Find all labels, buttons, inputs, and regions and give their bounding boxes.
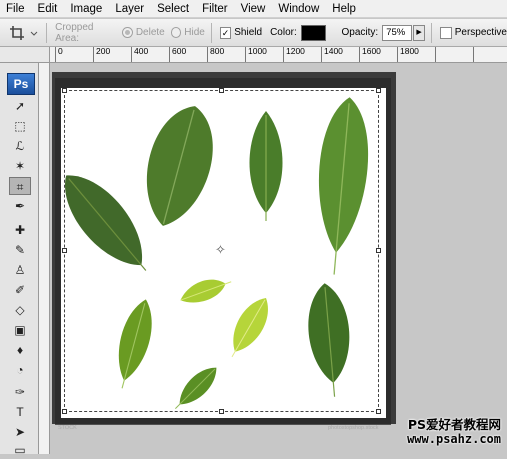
menu-filter[interactable]: Filter xyxy=(202,3,228,15)
menu-window[interactable]: Window xyxy=(278,3,319,15)
crop-shield-top xyxy=(55,78,391,88)
separator xyxy=(431,22,433,43)
crop-icon xyxy=(10,25,38,40)
blur-tool-icon[interactable]: ♦ xyxy=(9,341,31,359)
magic-wand-tool-icon[interactable]: ✶ xyxy=(9,157,31,175)
gradient-tool-icon[interactable]: ▣ xyxy=(9,321,31,339)
options-bar: Cropped Area: Delete Hide ✓ Shield Color… xyxy=(0,19,507,47)
pen-tool-icon[interactable]: ✑ xyxy=(9,383,31,401)
perspective-label: Perspective xyxy=(454,27,507,38)
opacity-field[interactable]: 75% xyxy=(382,24,412,41)
opacity-slider-button[interactable]: ▶ xyxy=(412,24,426,41)
ruler-label: 1800 xyxy=(397,47,419,62)
ruler-label xyxy=(435,47,438,62)
clone-stamp-tool-icon[interactable]: ♙ xyxy=(9,261,31,279)
opacity-label: Opacity: xyxy=(341,27,379,38)
ruler-corner xyxy=(0,47,50,63)
doc-corner-right-text: photostopshop.stock xyxy=(328,425,379,431)
watermark-title: PS爱好者教程网 xyxy=(407,417,501,432)
shield-checkbox[interactable]: ✓ xyxy=(219,26,232,39)
menu-file[interactable]: File xyxy=(6,3,25,15)
perspective-checkbox[interactable] xyxy=(440,26,452,39)
move-tool-icon[interactable]: ➚ xyxy=(9,97,31,115)
crop-tool-icon[interactable]: ⌗ xyxy=(9,177,31,195)
shape-tool-icon[interactable]: ▭ xyxy=(9,441,31,459)
shield-label: Shield xyxy=(234,27,263,38)
crop-handle-bottom-left[interactable] xyxy=(62,409,67,414)
lasso-tool-icon[interactable]: ℒ xyxy=(9,137,31,155)
separator xyxy=(46,22,48,43)
crop-handle-top-left[interactable] xyxy=(62,88,67,93)
hide-label: Hide xyxy=(184,27,205,38)
crop-shield-bottom xyxy=(55,418,391,425)
separator xyxy=(210,22,212,43)
watermark: PS爱好者教程网 www.psahz.com xyxy=(407,417,501,447)
menu-help[interactable]: Help xyxy=(332,3,356,15)
menu-layer[interactable]: Layer xyxy=(115,3,144,15)
menu-view[interactable]: View xyxy=(241,3,266,15)
ruler-label: 1600 xyxy=(359,47,381,62)
menu-edit[interactable]: Edit xyxy=(38,3,58,15)
watermark-url: www.psahz.com xyxy=(407,432,501,446)
delete-label: Delete xyxy=(135,27,165,38)
crop-handle-top-right[interactable] xyxy=(376,88,381,93)
cropped-area-label: Cropped Area: xyxy=(55,21,94,44)
menu-image[interactable]: Image xyxy=(70,3,102,15)
path-selection-tool-icon[interactable]: ➤ xyxy=(9,423,31,441)
menu-bar: File Edit Image Layer Select Filter View… xyxy=(0,0,507,18)
crop-handle-right[interactable] xyxy=(376,248,381,253)
ps-logo[interactable]: Ps xyxy=(7,73,35,95)
marquee-tool-icon[interactable]: ⬚ xyxy=(9,117,31,135)
ruler-label: 1000 xyxy=(245,47,267,62)
shield-color-swatch[interactable] xyxy=(300,24,326,41)
history-brush-tool-icon[interactable]: ✐ xyxy=(9,281,31,299)
eyedropper-tool-icon[interactable]: ✒ xyxy=(9,197,31,215)
delete-radio[interactable] xyxy=(122,27,133,38)
ruler-label: 800 xyxy=(207,47,224,62)
ruler-label: 600 xyxy=(169,47,186,62)
crop-handle-bottom[interactable] xyxy=(219,409,224,414)
crop-handle-top[interactable] xyxy=(219,88,224,93)
tool-preset-picker[interactable] xyxy=(0,21,42,45)
vertical-ruler[interactable] xyxy=(39,63,50,454)
crop-shield-right xyxy=(386,88,391,418)
color-label: Color: xyxy=(270,27,297,38)
crop-shield-left xyxy=(55,88,61,418)
crop-center-icon[interactable]: ✧ xyxy=(215,243,226,256)
crop-handle-left[interactable] xyxy=(62,248,67,253)
ruler-label: 1200 xyxy=(283,47,305,62)
hide-radio[interactable] xyxy=(170,27,182,38)
crop-handle-bottom-right[interactable] xyxy=(376,409,381,414)
eraser-tool-icon[interactable]: ◇ xyxy=(9,301,31,319)
healing-brush-tool-icon[interactable]: ✚ xyxy=(9,221,31,239)
ruler-label: 200 xyxy=(93,47,110,62)
menu-select[interactable]: Select xyxy=(157,3,189,15)
toolbox: Ps ➚ ⬚ ℒ ✶ ⌗ ✒ ✚ ✎ ♙ ✐ ◇ ▣ ♦ ◔ ✑ T ➤ ▭ xyxy=(0,63,39,457)
ruler-label: 1400 xyxy=(321,47,343,62)
ruler-label: 0 xyxy=(55,47,63,62)
doc-corner-left-text: STOCK xyxy=(58,425,77,431)
ruler-label xyxy=(473,47,476,62)
type-tool-icon[interactable]: T xyxy=(9,403,31,421)
horizontal-ruler[interactable]: 0 200 400 600 800 1000 1200 1400 1600 18… xyxy=(50,47,507,63)
brush-tool-icon[interactable]: ✎ xyxy=(9,241,31,259)
ruler-label: 400 xyxy=(131,47,148,62)
dodge-tool-icon[interactable]: ◔ xyxy=(9,361,31,379)
